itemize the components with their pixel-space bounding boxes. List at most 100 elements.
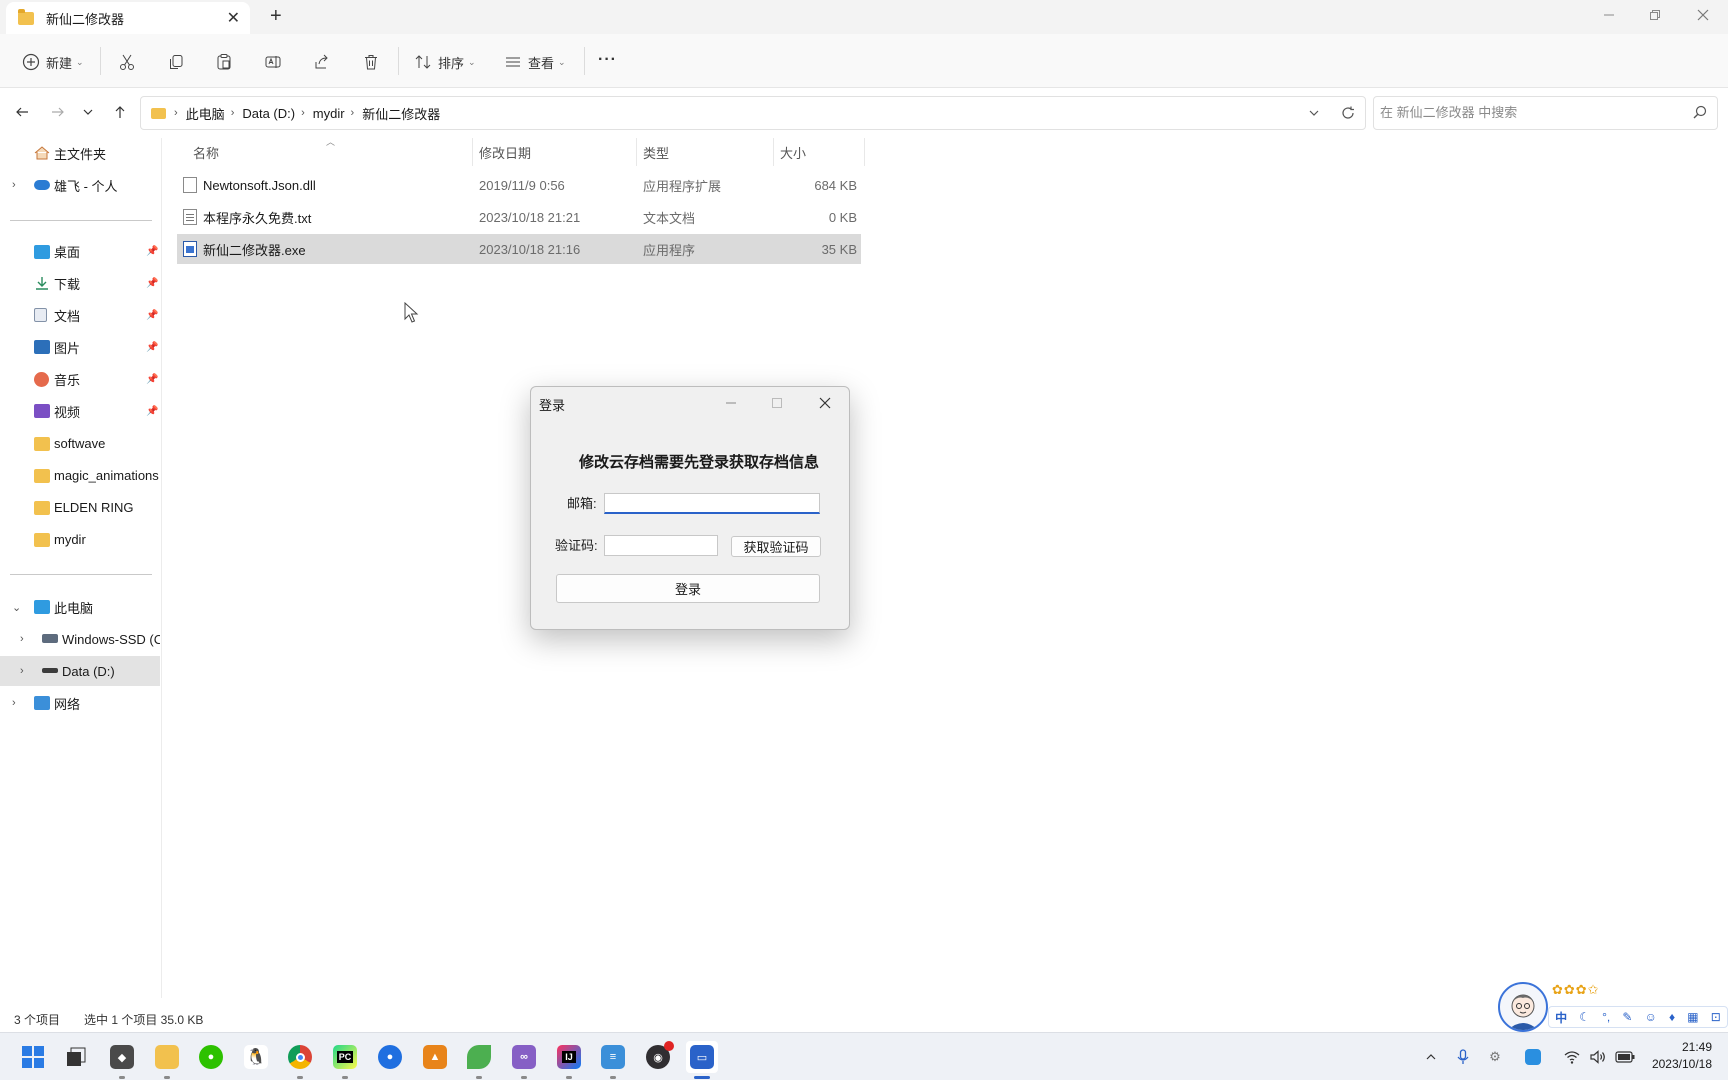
search-icon[interactable] bbox=[1693, 105, 1707, 122]
emoji-icon[interactable]: ☺ bbox=[1645, 1010, 1657, 1024]
pin-icon[interactable]: 📌 bbox=[146, 406, 158, 417]
taskbar-app-pycharm[interactable]: PC bbox=[329, 1041, 361, 1079]
pin-icon[interactable]: 📌 bbox=[146, 342, 158, 353]
punctuation-icon[interactable]: °, bbox=[1602, 1010, 1610, 1024]
sidebar-item-music[interactable]: 音乐 📌 bbox=[0, 364, 160, 394]
system-clock[interactable]: 21:49 2023/10/18 bbox=[1652, 1039, 1712, 1073]
column-header-size[interactable]: 大小 bbox=[780, 138, 806, 166]
minimize-button[interactable] bbox=[1586, 0, 1632, 30]
column-header-date[interactable]: 修改日期 bbox=[479, 138, 531, 166]
moon-icon[interactable]: ☾ bbox=[1579, 1010, 1590, 1024]
close-tab-icon[interactable]: ✕ bbox=[227, 8, 240, 28]
pin-icon[interactable]: 📌 bbox=[146, 310, 158, 321]
up-button[interactable] bbox=[106, 98, 134, 126]
sidebar-item-home[interactable]: 主文件夹 bbox=[0, 138, 160, 168]
show-hidden-icons-button[interactable] bbox=[1420, 1045, 1442, 1069]
more-options-button[interactable]: ··· bbox=[598, 46, 617, 74]
breadcrumb-current-folder[interactable]: 新仙二修改器 bbox=[362, 104, 440, 123]
sidebar-item-softwave[interactable]: softwave bbox=[0, 428, 160, 458]
cut-button[interactable] bbox=[116, 48, 138, 76]
taskbar-app-wechat[interactable]: ● bbox=[195, 1041, 227, 1073]
grid-icon[interactable]: ▦ bbox=[1687, 1010, 1698, 1024]
back-button[interactable] bbox=[8, 98, 36, 126]
skin-icon[interactable]: ♦ bbox=[1669, 1010, 1675, 1024]
dialog-minimize-button[interactable] bbox=[711, 391, 751, 415]
taskbar-app-unity[interactable]: ◆ bbox=[106, 1041, 138, 1079]
address-history-button[interactable] bbox=[1297, 107, 1331, 119]
refresh-button[interactable] bbox=[1331, 106, 1365, 120]
battery-button[interactable] bbox=[1612, 1045, 1638, 1069]
taskbar-app-maps[interactable]: ● bbox=[374, 1041, 406, 1073]
column-divider[interactable] bbox=[773, 138, 774, 166]
file-row-selected[interactable]: 新仙二修改器.exe 2023/10/18 21:16 应用程序 35 KB bbox=[177, 234, 861, 264]
sidebar-item-magic-animations[interactable]: magic_animations bbox=[0, 460, 160, 490]
address-bar[interactable]: › 此电脑 › Data (D:) › mydir › 新仙二修改器 bbox=[140, 96, 1366, 130]
ime-avatar[interactable] bbox=[1498, 982, 1548, 1032]
share-button[interactable] bbox=[311, 48, 333, 76]
taskbar-app-qq[interactable]: 🐧 bbox=[240, 1041, 272, 1073]
file-row[interactable]: 本程序永久免费.txt 2023/10/18 21:21 文本文档 0 KB bbox=[177, 202, 861, 232]
dialog-close-button[interactable] bbox=[805, 391, 845, 415]
taskbar-app-login-window[interactable]: ▭ bbox=[686, 1041, 718, 1079]
file-row[interactable]: Newtonsoft.Json.dll 2019/11/9 0:56 应用程序扩… bbox=[177, 170, 861, 200]
sidebar-item-this-pc[interactable]: ⌄ 此电脑 bbox=[0, 592, 160, 622]
sort-button[interactable]: 排序 ⌄ bbox=[412, 48, 476, 76]
taskbar-app-file-explorer[interactable] bbox=[151, 1041, 183, 1079]
sidebar-item-onedrive[interactable]: › 雄飞 - 个人 bbox=[0, 170, 160, 200]
sidebar-item-pictures[interactable]: 图片 📌 bbox=[0, 332, 160, 362]
taskbar-app-leaf[interactable] bbox=[463, 1041, 495, 1079]
taskbar-app-intellij[interactable]: IJ bbox=[553, 1041, 585, 1079]
forward-button[interactable] bbox=[44, 98, 72, 126]
new-tab-button[interactable]: + bbox=[270, 5, 282, 28]
wifi-button[interactable] bbox=[1560, 1045, 1584, 1069]
delete-button[interactable] bbox=[360, 48, 382, 76]
taskbar-app-obs[interactable]: ◉ bbox=[642, 1041, 674, 1073]
microphone-button[interactable] bbox=[1452, 1045, 1474, 1069]
paste-button[interactable] bbox=[213, 48, 235, 76]
taskbar-app-chrome[interactable] bbox=[284, 1041, 316, 1079]
restore-button[interactable] bbox=[1632, 0, 1678, 30]
column-divider[interactable] bbox=[472, 138, 473, 166]
dialog-maximize-button[interactable] bbox=[757, 391, 797, 415]
breadcrumb-this-pc[interactable]: 此电脑 bbox=[186, 104, 225, 123]
column-divider[interactable] bbox=[636, 138, 637, 166]
sidebar-item-c-drive[interactable]: › Windows-SSD (C bbox=[0, 624, 160, 654]
explorer-tab[interactable]: 新仙二修改器 ✕ bbox=[6, 2, 250, 34]
taskbar-app-visual-studio[interactable]: ∞ bbox=[508, 1041, 540, 1079]
sidebar-item-elden-ring[interactable]: ELDEN RING bbox=[0, 492, 160, 522]
verification-code-field[interactable] bbox=[604, 535, 718, 556]
task-view-button[interactable] bbox=[60, 1041, 92, 1073]
pin-icon[interactable]: 📌 bbox=[146, 278, 158, 289]
new-button[interactable]: 新建 ⌄ bbox=[20, 48, 84, 76]
volume-button[interactable] bbox=[1586, 1045, 1610, 1069]
email-field[interactable] bbox=[604, 493, 820, 514]
search-input[interactable] bbox=[1380, 97, 1670, 127]
taskbar-app-sourcetree[interactable]: ▲ bbox=[419, 1041, 451, 1073]
tray-qq-button[interactable] bbox=[1522, 1045, 1544, 1069]
column-header-type[interactable]: 类型 bbox=[643, 138, 669, 166]
sidebar-item-d-drive[interactable]: › Data (D:) bbox=[0, 656, 160, 686]
pin-icon[interactable]: 📌 bbox=[146, 246, 158, 257]
close-window-button[interactable] bbox=[1680, 0, 1726, 30]
breadcrumb-mydir[interactable]: mydir bbox=[313, 106, 345, 121]
view-button[interactable]: 查看 ⌄ bbox=[502, 48, 566, 76]
sidebar-item-documents[interactable]: 文档 📌 bbox=[0, 300, 160, 330]
wrench-icon[interactable]: ✎ bbox=[1622, 1010, 1632, 1024]
search-box[interactable] bbox=[1373, 96, 1718, 130]
sidebar-item-mydir[interactable]: mydir bbox=[0, 524, 160, 554]
ime-mode-indicator[interactable]: 中 bbox=[1555, 1009, 1567, 1026]
lock-icon[interactable]: ⊡ bbox=[1711, 1010, 1721, 1024]
column-divider[interactable] bbox=[864, 138, 865, 166]
recent-locations-button[interactable] bbox=[74, 98, 102, 126]
breadcrumb-data-drive[interactable]: Data (D:) bbox=[242, 106, 295, 121]
sidebar-item-downloads[interactable]: 下载 📌 bbox=[0, 268, 160, 298]
login-button[interactable]: 登录 bbox=[556, 574, 820, 603]
column-header-name[interactable]: 名称 bbox=[193, 138, 219, 166]
sidebar-item-desktop[interactable]: 桌面 📌 bbox=[0, 236, 160, 266]
copy-button[interactable] bbox=[165, 48, 187, 76]
get-code-button[interactable]: 获取验证码 bbox=[731, 536, 821, 557]
sidebar-item-network[interactable]: › 网络 bbox=[0, 688, 160, 718]
start-button[interactable] bbox=[17, 1041, 49, 1073]
tray-app-button[interactable]: ⚙ bbox=[1484, 1045, 1506, 1069]
pin-icon[interactable]: 📌 bbox=[146, 374, 158, 385]
